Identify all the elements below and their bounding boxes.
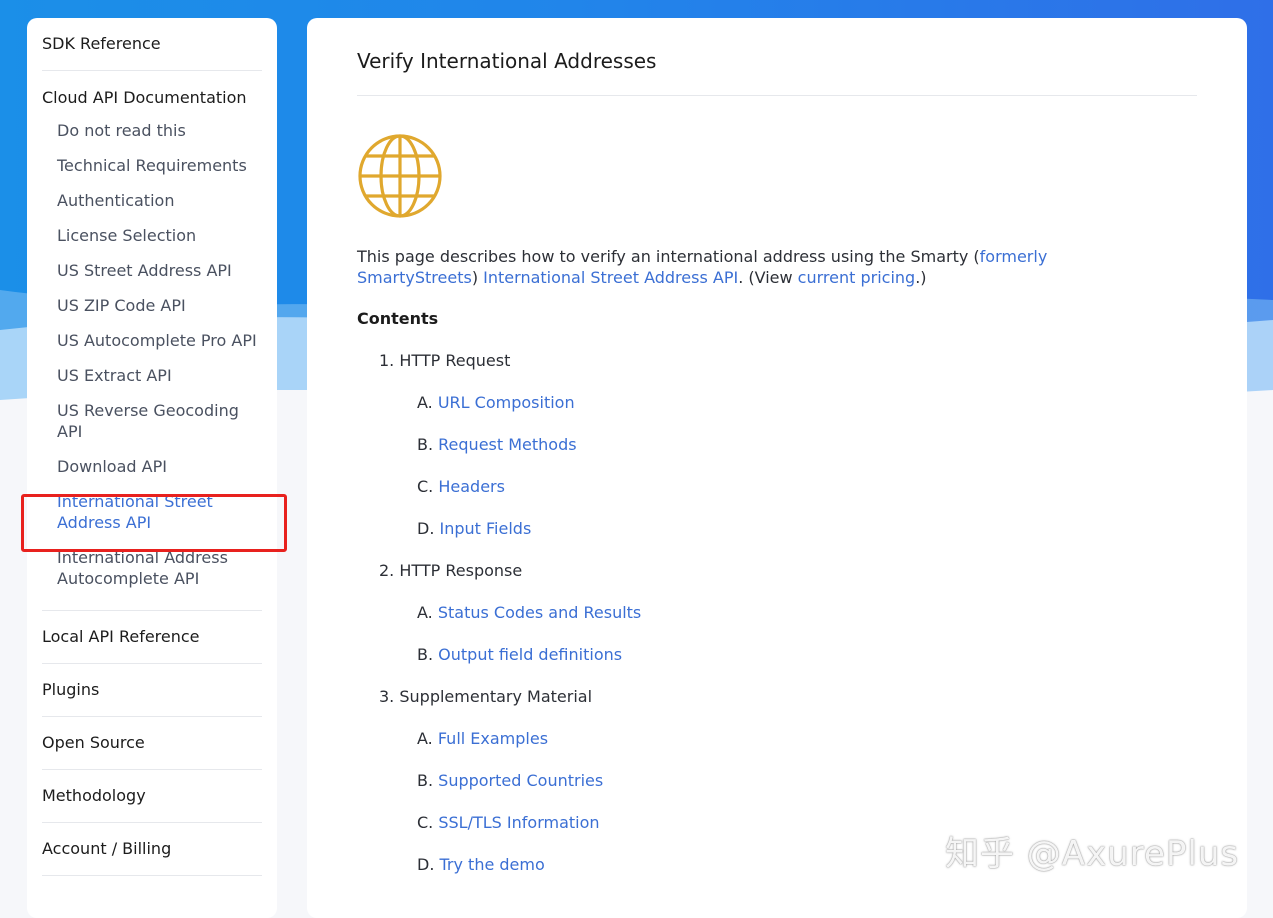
toc-link-url-composition[interactable]: URL Composition [438,393,575,412]
intro-text: . (View [738,268,798,287]
toc-number: 2. [379,561,395,580]
toc-section-label: Supplementary Material [399,687,593,706]
toc-link-full-examples[interactable]: Full Examples [438,729,548,748]
toc-link-request-methods[interactable]: Request Methods [438,435,576,454]
current-pricing-link[interactable]: current pricing [798,268,916,287]
toc-letter: B. [417,645,434,664]
toc-link-ssl-tls-information[interactable]: SSL/TLS Information [438,813,599,832]
sidebar-item-technical-requirements[interactable]: Technical Requirements [42,148,262,183]
intro-text: This page describes how to verify an int… [357,247,980,266]
sidebar-item-sdk-reference[interactable]: SDK Reference [42,18,262,71]
toc-letter: C. [417,813,434,832]
toc-item: B. Output field definitions [417,644,1197,665]
toc-letter: D. [417,519,435,538]
intro-text: .) [915,268,927,287]
toc-letter: A. [417,393,433,412]
intro-paragraph: This page describes how to verify an int… [357,246,1157,288]
page-title: Verify International Addresses [357,18,1197,96]
toc-section: 1. HTTP Request A. URL Composition B. Re… [379,350,1197,539]
docs-sidebar: SDK Reference Cloud API Documentation Do… [27,18,277,918]
toc-item: B. Supported Countries [417,770,1197,791]
table-of-contents: 1. HTTP Request A. URL Composition B. Re… [357,350,1197,875]
toc-section: 2. HTTP Response A. Status Codes and Res… [379,560,1197,665]
sidebar-item-us-reverse-geocoding-api[interactable]: US Reverse Geocoding API [42,393,262,449]
sidebar-item-account-billing[interactable]: Account / Billing [42,823,262,876]
sidebar-item-local-api-reference[interactable]: Local API Reference [42,611,262,664]
toc-link-input-fields[interactable]: Input Fields [440,519,532,538]
sidebar-cloud-api-list: Do not read this Technical Requirements … [42,109,262,611]
sidebar-item-methodology[interactable]: Methodology [42,770,262,823]
sidebar-item-do-not-read-this[interactable]: Do not read this [42,113,262,148]
toc-letter: B. [417,771,434,790]
main-content: Verify International Addresses This page… [307,18,1247,918]
toc-item: A. Status Codes and Results [417,602,1197,623]
toc-section-label: HTTP Request [399,351,511,370]
toc-item: D. Input Fields [417,518,1197,539]
globe-icon [358,134,442,218]
toc-link-try-the-demo[interactable]: Try the demo [440,855,545,874]
toc-number: 1. [379,351,395,370]
sidebar-item-plugins[interactable]: Plugins [42,664,262,717]
toc-link-supported-countries[interactable]: Supported Countries [438,771,603,790]
intro-text: ) [471,268,479,287]
sidebar-item-open-source[interactable]: Open Source [42,717,262,770]
international-street-address-api-link[interactable]: International Street Address API [483,268,738,287]
sidebar-item-international-street-address-api[interactable]: International Street Address API [42,484,262,540]
toc-section-label: HTTP Response [399,561,523,580]
toc-letter: C. [417,477,434,496]
watermark-text: 知乎 @AxurePlus [945,834,1240,874]
sidebar-item-us-autocomplete-pro-api[interactable]: US Autocomplete Pro API [42,323,262,358]
toc-link-status-codes-and-results[interactable]: Status Codes and Results [438,603,641,622]
toc-item: A. URL Composition [417,392,1197,413]
sidebar-item-international-address-autocomplete-api[interactable]: International Address Autocomplete API [42,540,262,596]
sidebar-item-download-api[interactable]: Download API [42,449,262,484]
sidebar-item-us-street-address-api[interactable]: US Street Address API [42,253,262,288]
toc-item: C. Headers [417,476,1197,497]
toc-letter: A. [417,603,433,622]
contents-heading: Contents [357,309,439,328]
toc-item: A. Full Examples [417,728,1197,749]
toc-letter: D. [417,855,435,874]
toc-link-output-field-definitions[interactable]: Output field definitions [438,645,622,664]
sidebar-item-license-selection[interactable]: License Selection [42,218,262,253]
toc-letter: A. [417,729,433,748]
sidebar-group-cloud-api-documentation[interactable]: Cloud API Documentation [42,71,262,109]
sidebar-item-us-extract-api[interactable]: US Extract API [42,358,262,393]
toc-link-headers[interactable]: Headers [438,477,505,496]
sidebar-item-authentication[interactable]: Authentication [42,183,262,218]
sidebar-item-us-zip-code-api[interactable]: US ZIP Code API [42,288,262,323]
toc-number: 3. [379,687,395,706]
toc-letter: B. [417,435,434,454]
toc-item: B. Request Methods [417,434,1197,455]
